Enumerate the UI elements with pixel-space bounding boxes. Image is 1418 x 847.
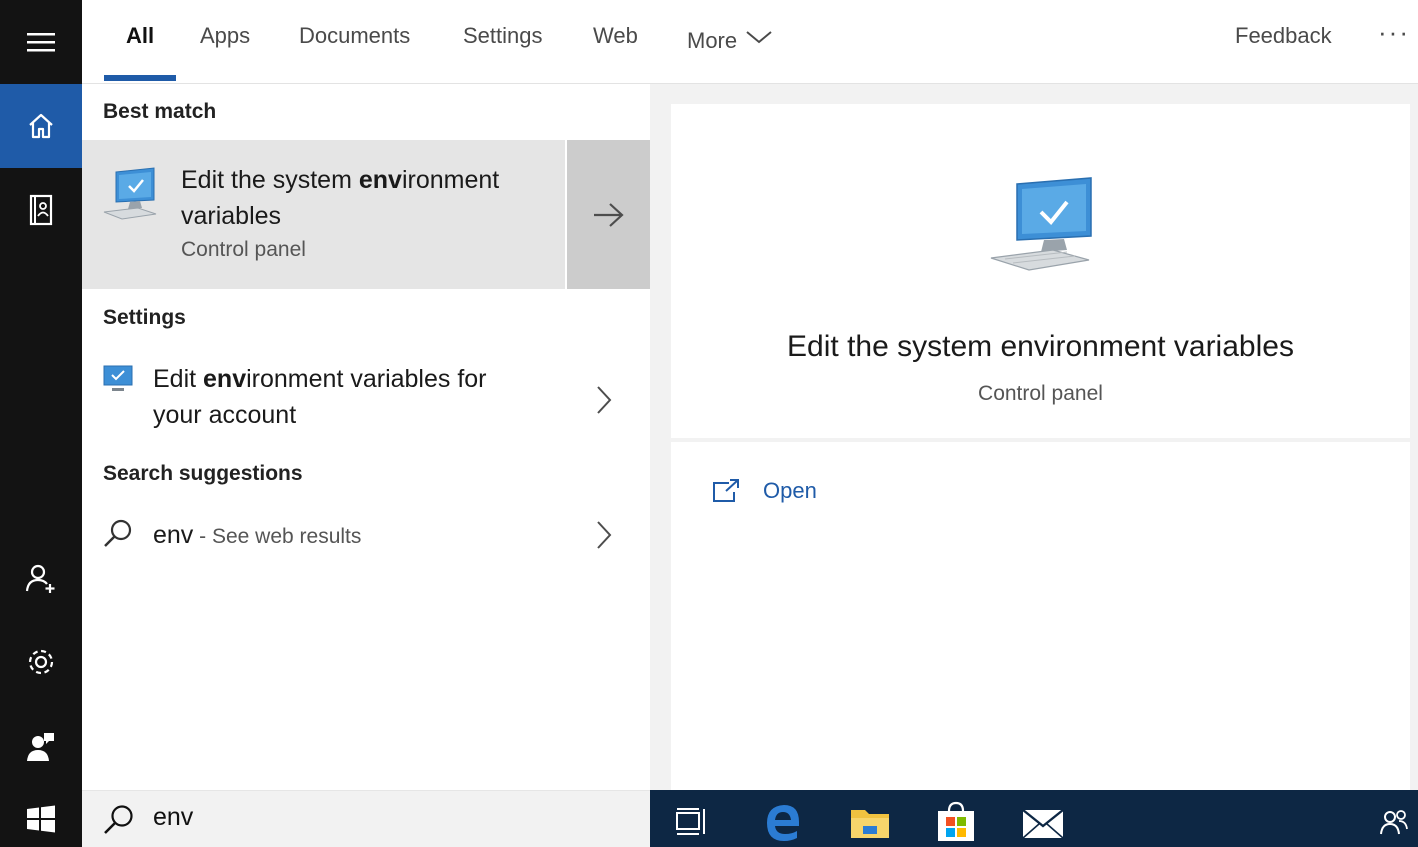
notebook-icon [29, 194, 53, 226]
account-button[interactable] [0, 536, 82, 620]
results-pane: Best match Edit the system environment v… [82, 84, 650, 790]
feedback-person-icon [27, 733, 54, 761]
search-icon [104, 519, 132, 547]
people-icon [1380, 810, 1408, 835]
tab-web[interactable]: Web [593, 0, 638, 82]
chevron-right-icon [597, 521, 612, 549]
search-suggestions-heading: Search suggestions [103, 462, 303, 485]
preview-subtitle: Control panel [978, 382, 1103, 405]
web-suggestion-result[interactable]: env - See web results [82, 512, 650, 562]
best-match-result[interactable]: Edit the system environment variables Co… [82, 140, 565, 289]
active-tab-indicator [104, 75, 176, 81]
mail-icon [1022, 809, 1064, 839]
preview-card: Edit the system environment variables Co… [671, 104, 1410, 438]
computer-check-icon [990, 177, 1092, 271]
tab-all[interactable]: All [126, 0, 154, 82]
home-icon [29, 113, 53, 139]
tab-documents[interactable]: Documents [299, 0, 410, 82]
edge-button[interactable] [761, 800, 805, 844]
file-explorer-button[interactable] [848, 800, 892, 844]
windows-logo-icon [27, 805, 55, 832]
best-match-subtitle: Control panel [181, 238, 306, 261]
task-view-button[interactable] [670, 800, 714, 844]
search-icon [104, 805, 133, 834]
chevron-down-icon [746, 31, 772, 44]
settings-button[interactable] [0, 620, 82, 704]
edge-icon [767, 805, 799, 841]
notebook-button[interactable] [0, 168, 82, 252]
task-view-icon [676, 808, 705, 835]
mail-button[interactable] [1021, 800, 1065, 844]
taskbar [650, 790, 1418, 847]
arrow-right-icon [593, 202, 624, 227]
tab-apps[interactable]: Apps [200, 0, 250, 82]
preview-actions: Open [671, 442, 1410, 790]
web-suggestion-suffix: - See web results [193, 525, 362, 548]
best-match-heading: Best match [103, 100, 217, 123]
gear-icon [28, 649, 54, 675]
tab-more-label: More [687, 28, 738, 53]
open-action-label: Open [763, 478, 817, 503]
file-explorer-icon [851, 810, 889, 838]
hamburger-menu-button[interactable] [0, 0, 82, 84]
search-input[interactable]: env [153, 803, 193, 832]
feedback-button[interactable] [0, 704, 82, 788]
chevron-right-icon [597, 386, 612, 414]
start-button[interactable] [0, 790, 82, 847]
store-icon [938, 801, 974, 841]
home-button[interactable] [0, 84, 82, 168]
settings-result[interactable]: Edit environment variables for your acco… [82, 354, 650, 450]
best-match-title: Edit the system environment variables [181, 166, 500, 230]
store-button[interactable] [934, 800, 978, 844]
open-action[interactable]: Open [711, 478, 817, 504]
people-button[interactable] [1372, 800, 1416, 844]
tab-settings[interactable]: Settings [463, 0, 543, 82]
open-external-icon [713, 479, 739, 502]
search-box[interactable]: env [82, 790, 650, 847]
search-scope-tabs: All Apps Documents Settings Web More Fee… [82, 0, 1418, 84]
web-suggestion-term: env [153, 521, 194, 549]
settings-result-title: Edit environment variables for your acco… [153, 365, 487, 429]
person-add-icon [25, 564, 55, 593]
web-suggestion-text: env - See web results [153, 517, 361, 555]
feedback-link[interactable]: Feedback [1235, 0, 1332, 72]
preview-title: Edit the system environment variables [787, 330, 1294, 363]
more-options-button[interactable]: ··· [1378, 0, 1410, 72]
hamburger-menu-icon [27, 33, 55, 52]
computer-check-icon [103, 167, 157, 220]
tab-more[interactable]: More [687, 0, 773, 82]
navigation-rail [0, 0, 82, 790]
monitor-icon [103, 365, 133, 391]
settings-heading: Settings [103, 306, 186, 329]
preview-pane: Edit the system environment variables Co… [650, 84, 1418, 790]
open-preview-button[interactable] [567, 140, 650, 289]
